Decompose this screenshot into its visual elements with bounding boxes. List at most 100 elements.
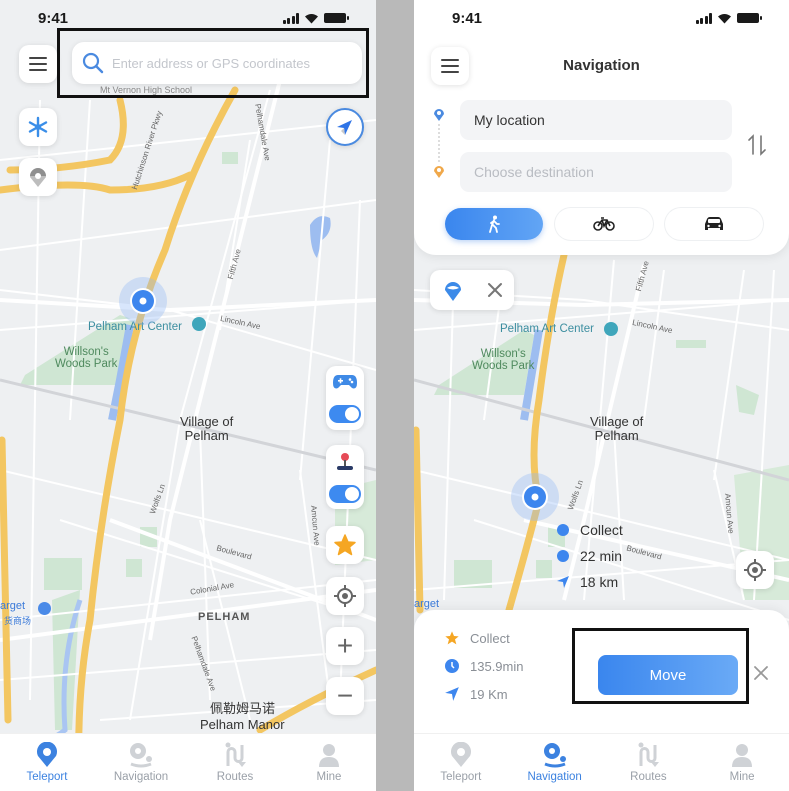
walk-icon bbox=[489, 215, 500, 233]
favorites-button[interactable] bbox=[326, 526, 364, 564]
car-icon bbox=[705, 217, 723, 230]
mode-car-button[interactable] bbox=[665, 208, 763, 240]
map-label-school: Mt Vernon High School bbox=[100, 85, 193, 95]
star-icon bbox=[334, 534, 356, 556]
status-bar: 9:41 bbox=[414, 0, 789, 36]
tab-mine[interactable]: Mine bbox=[702, 742, 782, 783]
locate-button[interactable] bbox=[326, 577, 364, 615]
close-icon[interactable] bbox=[487, 282, 503, 298]
plus-icon: + bbox=[336, 630, 354, 661]
route-summary: Collect 135.9min 19 Km bbox=[444, 630, 523, 702]
compass-button[interactable] bbox=[326, 108, 364, 146]
park-area bbox=[222, 152, 238, 164]
origin-field[interactable] bbox=[460, 100, 732, 140]
move-button[interactable]: Move bbox=[598, 655, 738, 695]
navigation-header-panel: 9:41 Navigation bbox=[414, 0, 789, 255]
joystick-control-panel bbox=[326, 445, 364, 509]
selected-pin-card bbox=[430, 270, 514, 310]
wifi-icon bbox=[718, 13, 731, 23]
current-location-marker[interactable] bbox=[510, 472, 560, 522]
map-label-target: arget bbox=[0, 600, 26, 612]
clock-dot-icon bbox=[557, 550, 569, 562]
swap-icon[interactable] bbox=[746, 134, 768, 156]
tab-navigation[interactable]: Navigation bbox=[515, 742, 595, 783]
tab-teleport[interactable]: Teleport bbox=[7, 742, 87, 783]
zoom-out-button[interactable]: − bbox=[326, 677, 364, 715]
park-area bbox=[536, 560, 552, 578]
close-icon[interactable] bbox=[752, 664, 770, 682]
user-icon bbox=[732, 744, 753, 767]
bike-icon bbox=[593, 217, 615, 231]
signal-icon bbox=[695, 12, 712, 24]
map-label-village: Village of Pelham bbox=[180, 414, 234, 443]
origin-input[interactable] bbox=[474, 112, 714, 128]
tab-mine[interactable]: Mine bbox=[289, 742, 369, 783]
tab-label: Routes bbox=[630, 771, 667, 783]
bottom-tab-bar: Teleport Navigation Routes Mine bbox=[414, 733, 789, 791]
route-info-text: 22 min bbox=[580, 548, 623, 564]
navigation-icon bbox=[543, 743, 566, 768]
wifi-icon bbox=[305, 13, 318, 23]
park-area bbox=[126, 559, 142, 577]
destination-input[interactable] bbox=[474, 164, 714, 180]
minus-icon: − bbox=[336, 680, 354, 711]
gamepad-control-panel bbox=[326, 366, 364, 430]
destination-field[interactable] bbox=[460, 152, 732, 192]
shopping-poi-icon[interactable] bbox=[38, 602, 51, 615]
tab-routes[interactable]: Routes bbox=[195, 742, 275, 783]
teleport-pin-icon[interactable] bbox=[442, 278, 464, 302]
compass-icon bbox=[337, 120, 352, 135]
tab-teleport[interactable]: Teleport bbox=[421, 742, 501, 783]
tab-label: Teleport bbox=[26, 771, 68, 783]
freeze-button[interactable] bbox=[19, 108, 57, 146]
pokeball-button[interactable] bbox=[19, 158, 57, 196]
teleport-icon bbox=[450, 742, 471, 767]
mode-bike-button[interactable] bbox=[555, 208, 653, 240]
tab-label: Mine bbox=[316, 771, 342, 783]
route-summary-row: Collect bbox=[444, 630, 523, 646]
mode-walk-button[interactable] bbox=[445, 208, 543, 240]
map-route-info: Collect 22 min 18 km bbox=[556, 522, 623, 590]
clock-icon bbox=[445, 659, 459, 673]
signal-icon bbox=[282, 12, 299, 24]
poi-marker-icon[interactable] bbox=[192, 317, 206, 331]
status-time: 9:41 bbox=[452, 9, 483, 27]
route-info-row: 18 km bbox=[556, 574, 623, 590]
menu-button[interactable] bbox=[19, 45, 57, 83]
poi-marker-icon[interactable] bbox=[604, 322, 618, 336]
locate-icon bbox=[334, 585, 356, 607]
battery-icon bbox=[737, 13, 762, 23]
arrow-icon bbox=[557, 576, 569, 588]
gamepad-icon bbox=[333, 375, 357, 389]
search-bar[interactable] bbox=[72, 42, 362, 84]
current-location-marker[interactable] bbox=[118, 276, 168, 326]
locate-button[interactable] bbox=[736, 551, 774, 589]
route-info-row: Collect bbox=[556, 522, 623, 538]
park-area bbox=[676, 340, 706, 348]
zoom-in-button[interactable]: + bbox=[326, 627, 364, 665]
tab-label: Teleport bbox=[440, 771, 482, 783]
map-label-pelham: PELHAM bbox=[198, 611, 251, 623]
tab-routes[interactable]: Routes bbox=[608, 742, 688, 783]
route-info-text: 18 km bbox=[580, 574, 619, 590]
screen-divider bbox=[376, 0, 414, 791]
snowflake-icon bbox=[28, 116, 48, 138]
address-search-input[interactable] bbox=[112, 55, 342, 71]
bottom-tab-bar: Teleport Navigation Routes Mine bbox=[0, 733, 376, 791]
teleport-screen: Mt Vernon High School Hutchinson River P… bbox=[0, 0, 376, 791]
route-bottom-sheet: Collect 135.9min 19 Km Move Teleport Nav… bbox=[414, 610, 789, 791]
menu-icon bbox=[29, 57, 47, 71]
tab-navigation[interactable]: Navigation bbox=[101, 742, 181, 783]
tab-label: Navigation bbox=[527, 771, 582, 783]
pokeball-icon bbox=[30, 168, 46, 187]
map-label-park: Willson's Woods Park bbox=[55, 346, 118, 370]
routes-icon bbox=[638, 742, 660, 767]
map-label-art-center: Pelham Art Center bbox=[500, 323, 594, 335]
gamepad-toggle[interactable] bbox=[329, 405, 361, 423]
star-icon bbox=[445, 631, 459, 645]
menu-button[interactable] bbox=[431, 47, 469, 85]
navigation-screen: Fifth Ave Pelham Art Center Lincoln Ave … bbox=[414, 0, 789, 791]
tab-label: Mine bbox=[729, 771, 755, 783]
joystick-toggle[interactable] bbox=[329, 484, 361, 503]
park-area bbox=[44, 558, 82, 590]
